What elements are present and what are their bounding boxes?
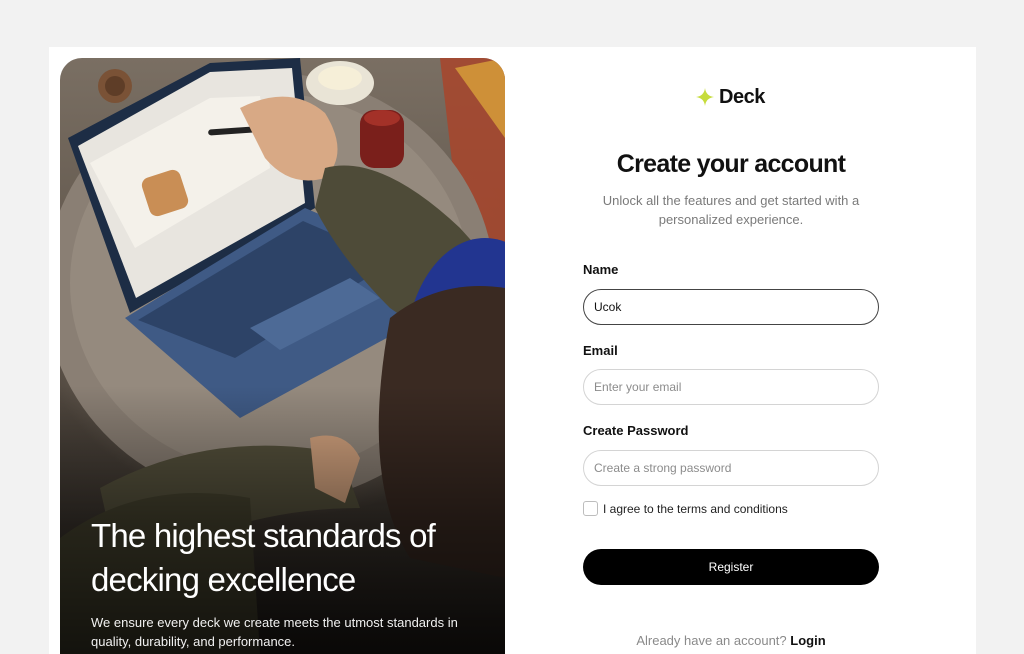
terms-label[interactable]: I agree to the terms and conditions: [603, 502, 788, 516]
login-prompt-row: Already have an account? Login: [583, 633, 879, 648]
form-title: Create your account: [616, 150, 846, 178]
brand-name: Deck: [719, 85, 765, 108]
name-label: Name: [583, 262, 619, 277]
form-subtitle: Unlock all the features and get started …: [602, 193, 860, 227]
hero-subtitle: We ensure every deck we create meets the…: [91, 615, 458, 649]
register-button[interactable]: Register: [583, 549, 879, 585]
hero-title: The highest standards of decking excelle…: [91, 517, 436, 598]
email-field[interactable]: [583, 369, 879, 405]
login-prompt-text: Already have an account?: [636, 633, 787, 648]
sparkle-icon: [696, 88, 714, 106]
login-link[interactable]: Login: [790, 633, 825, 648]
email-label: Email: [583, 343, 618, 358]
name-field[interactable]: [583, 289, 879, 325]
password-field[interactable]: [583, 450, 879, 486]
terms-row: I agree to the terms and conditions: [583, 501, 788, 516]
password-label: Create Password: [583, 423, 689, 438]
terms-checkbox[interactable]: [583, 501, 598, 516]
hero-image-panel: The highest standards of decking excelle…: [60, 58, 505, 654]
brand-logo: Deck: [696, 85, 765, 109]
